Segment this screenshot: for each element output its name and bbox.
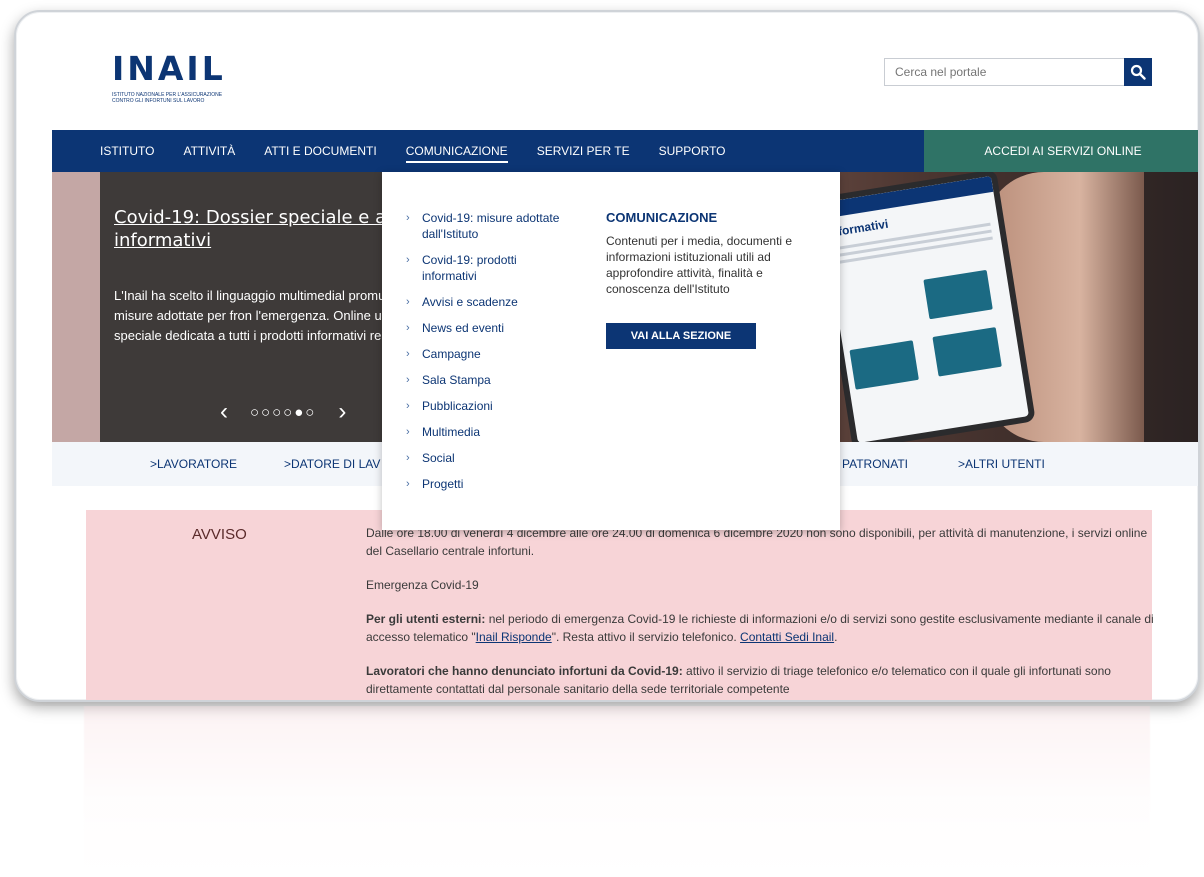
- dropdown-item[interactable]: › Multimedia: [406, 424, 566, 440]
- contatti-sedi-link[interactable]: Contatti Sedi Inail: [740, 630, 834, 644]
- online-services-button[interactable]: ACCEDI AI SERVIZI ONLINE: [924, 130, 1198, 172]
- search-input[interactable]: [884, 58, 1124, 86]
- inail-risponde-link[interactable]: Inail Risponde: [476, 630, 552, 644]
- notice-heading: Emergenza Covid-19: [366, 578, 479, 592]
- chevron-right-icon: ›: [406, 322, 410, 334]
- nav-item-comunicazione[interactable]: COMUNICAZIONE: [405, 130, 508, 172]
- logo-wordmark: INAIL: [112, 49, 226, 88]
- dropdown-section-description: Contenuti per i media, documenti e infor…: [606, 234, 793, 296]
- logo-subtitle: ISTITUTO NAZIONALE PER L'ASSICURAZIONE C…: [112, 92, 223, 104]
- chevron-right-icon: ›: [406, 400, 410, 412]
- chevron-right-icon: ›: [406, 374, 410, 386]
- dropdown-item-label: Covid-19: misure adottate dall'Istituto: [422, 211, 560, 241]
- chevron-right-icon: ›: [406, 426, 410, 438]
- dropdown-item-label: Multimedia: [422, 425, 481, 439]
- comunicazione-dropdown: › Covid-19: misure adottate dall'Istituto…: [382, 172, 840, 530]
- carousel-prev-icon[interactable]: ‹: [220, 400, 228, 424]
- user-link-altri-utenti[interactable]: >ALTRI UTENTI: [958, 457, 1045, 471]
- nav-item-attivita[interactable]: ATTIVITÀ: [183, 130, 235, 172]
- dropdown-item-label: Progetti: [422, 477, 464, 491]
- dropdown-item[interactable]: › Avvisi e scadenze: [406, 294, 566, 310]
- dropdown-item[interactable]: › Sala Stampa: [406, 372, 566, 388]
- dropdown-item[interactable]: › News ed eventi: [406, 320, 566, 336]
- nav-item-atti-e-documenti[interactable]: ATTI E DOCUMENTI: [264, 130, 376, 172]
- nav-items: ISTITUTO ATTIVITÀ ATTI E DOCUMENTI COMUN…: [52, 130, 924, 172]
- dropdown-item-label: Sala Stampa: [422, 373, 491, 387]
- carousel-dots[interactable]: ○○○○●○: [250, 404, 316, 421]
- chevron-right-icon: ›: [406, 452, 410, 464]
- nav-item-servizi-per-te[interactable]: SERVIZI PER TE: [537, 130, 630, 172]
- dropdown-item-label: Social: [422, 451, 455, 465]
- tablet-thumbnail: [923, 269, 993, 320]
- notice-bold: Per gli utenti esterni:: [366, 612, 486, 626]
- tablet-thumbnail: [932, 327, 1002, 377]
- dropdown-item[interactable]: › Pubblicazioni: [406, 398, 566, 414]
- dropdown-item[interactable]: › Social: [406, 450, 566, 466]
- user-link-patronati[interactable]: PATRONATI: [842, 457, 908, 471]
- nav-item-istituto[interactable]: ISTITUTO: [100, 130, 154, 172]
- carousel-next-icon[interactable]: ›: [338, 400, 346, 424]
- dropdown-section-panel: COMUNICAZIONE Contenuti per i media, doc…: [606, 210, 816, 349]
- nav-item-supporto[interactable]: SUPPORTO: [659, 130, 726, 172]
- dropdown-list: › Covid-19: misure adottate dall'Istituto…: [406, 210, 566, 502]
- inail-logo[interactable]: INAIL ISTITUTO NAZIONALE PER L'ASSICURAZ…: [112, 49, 312, 105]
- dropdown-item[interactable]: › Covid-19: misure adottate dall'Istituto: [406, 210, 566, 242]
- notice-bold: Lavoratori che hanno denunciato infortun…: [366, 664, 683, 678]
- main-nav: ISTITUTO ATTIVITÀ ATTI E DOCUMENTI COMUN…: [52, 130, 1198, 172]
- search-bar: [884, 58, 1152, 86]
- notice-paragraph: Per gli utenti esterni: nel periodo di e…: [366, 610, 1156, 646]
- screenshot-reflection: [14, 706, 1200, 877]
- dropdown-item-label: News ed eventi: [422, 321, 505, 335]
- dropdown-item-label: Avvisi e scadenze: [422, 295, 518, 309]
- tablet-image: nformativi: [813, 172, 1036, 442]
- search-icon: [1130, 64, 1146, 80]
- browser-frame: INAIL ISTITUTO NAZIONALE PER L'ASSICURAZ…: [14, 10, 1200, 702]
- chevron-right-icon: ›: [406, 478, 410, 490]
- chevron-right-icon: ›: [406, 212, 410, 224]
- user-link-datore-di-lavoro[interactable]: >DATORE DI LAV: [284, 457, 380, 471]
- dropdown-item[interactable]: › Progetti: [406, 476, 566, 492]
- chevron-right-icon: ›: [406, 296, 410, 308]
- notice-text: .: [834, 630, 838, 644]
- carousel-controls: ‹ ○○○○●○ ›: [220, 400, 346, 424]
- user-link-lavoratore[interactable]: >LAVORATORE: [150, 457, 237, 471]
- dropdown-item[interactable]: › Covid-19: prodotti informativi: [406, 252, 566, 284]
- dropdown-item[interactable]: › Campagne: [406, 346, 566, 362]
- chevron-right-icon: ›: [406, 254, 410, 266]
- search-button[interactable]: [1124, 58, 1152, 86]
- notice-text: ". Resta attivo il servizio telefonico.: [551, 630, 741, 644]
- notice-paragraph: Lavoratori che hanno denunciato infortun…: [366, 662, 1156, 698]
- notice-box: AVVISO Dalle ore 18.00 di venerdì 4 dice…: [86, 510, 1154, 700]
- reflection-fade: [14, 706, 1200, 877]
- go-to-section-button[interactable]: VAI ALLA SEZIONE: [606, 323, 756, 349]
- dropdown-item-label: Pubblicazioni: [422, 399, 493, 413]
- dropdown-item-label: Covid-19: prodotti informativi: [422, 253, 517, 283]
- dropdown-section-title: COMUNICAZIONE: [606, 210, 718, 225]
- notice-body: Dalle ore 18.00 di venerdì 4 dicembre al…: [366, 524, 1156, 700]
- notice-label: AVVISO: [192, 526, 247, 543]
- tablet-thumbnail: [849, 340, 919, 390]
- chevron-right-icon: ›: [406, 348, 410, 360]
- dropdown-item-label: Campagne: [422, 347, 481, 361]
